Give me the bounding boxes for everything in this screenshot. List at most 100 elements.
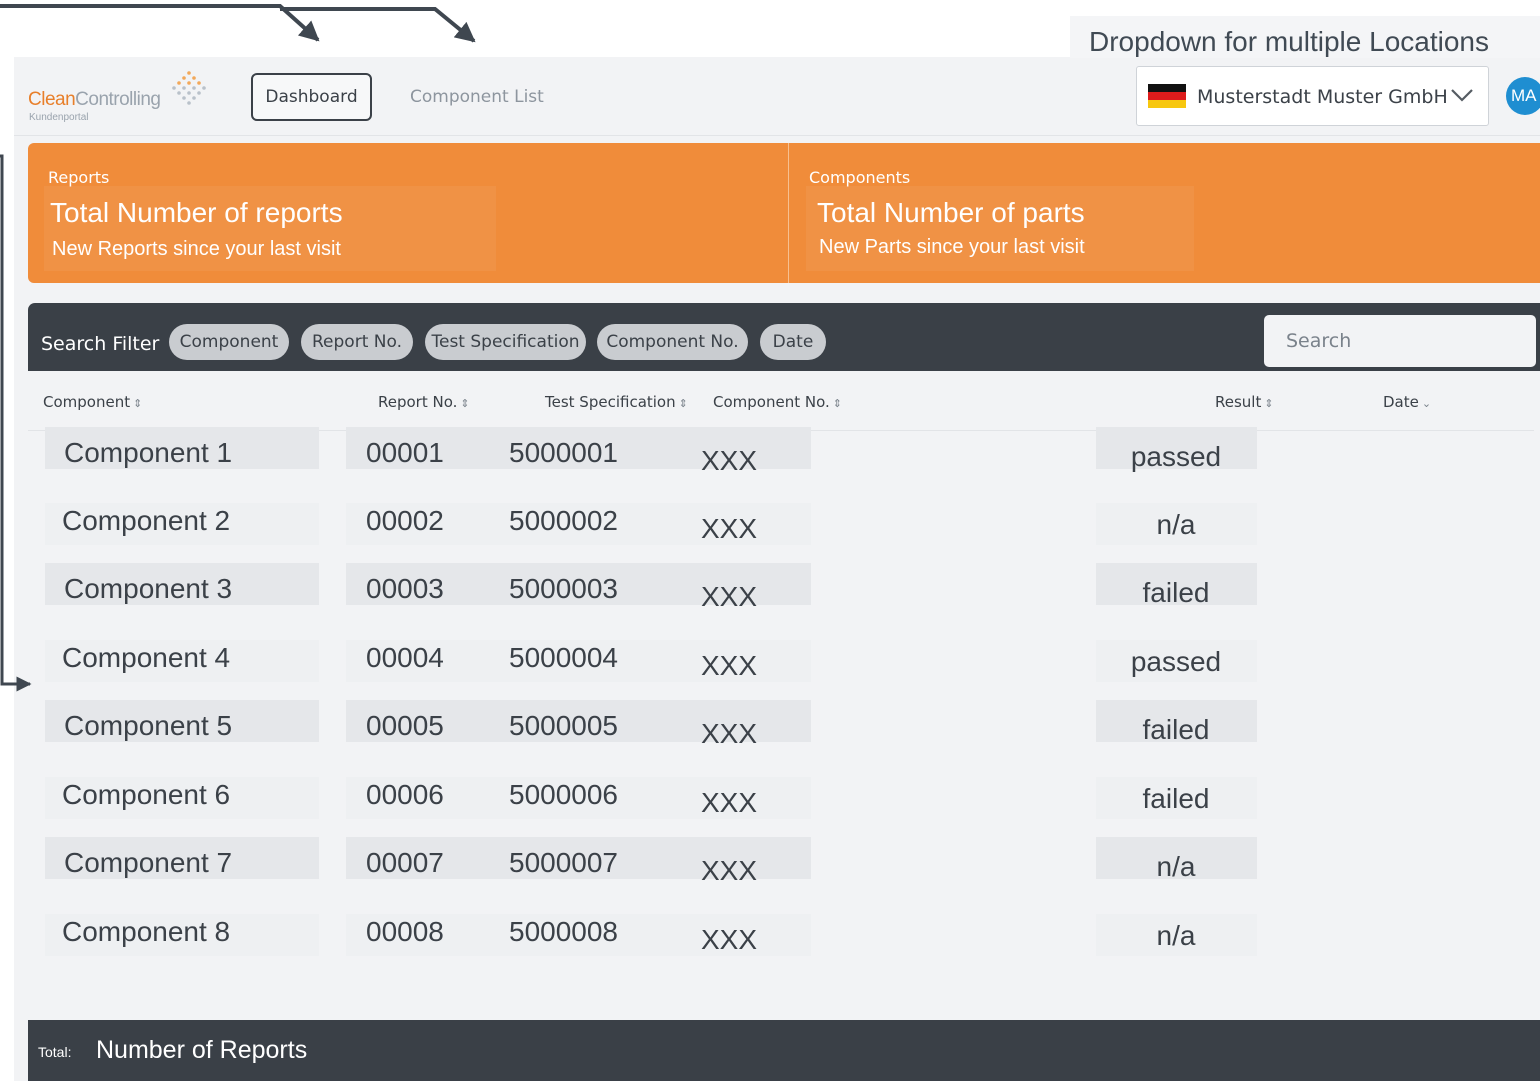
reports-total-title: Total Number of reports: [50, 197, 343, 228]
report-no-cell: 00001: [366, 437, 444, 468]
reports-stat-box[interactable]: Total Number of reports New Reports sinc…: [44, 186, 496, 271]
table-row[interactable]: Component 2 00002 5000002 XXX n/a: [14, 497, 1540, 565]
germany-flag-icon: [1148, 84, 1186, 108]
cleancontrolling-logo[interactable]: CleanControlling Kundenportal: [28, 67, 208, 127]
user-avatar[interactable]: MA: [1506, 77, 1540, 115]
search-input[interactable]: [1264, 315, 1536, 367]
filter-chip-component[interactable]: Component: [169, 324, 289, 360]
column-header-report-no[interactable]: Report No. ⇕: [378, 393, 470, 411]
customer-portal-app: CleanControlling Kundenportal Dashboard …: [14, 57, 1540, 1081]
component-no-cell: XXX: [701, 650, 758, 681]
sort-icon: ⇕: [133, 397, 143, 410]
nav-component-list-link[interactable]: Component List: [410, 87, 544, 107]
location-dropdown[interactable]: Musterstadt Muster GmbH: [1136, 66, 1489, 126]
reports-caption: Reports: [48, 168, 110, 187]
stats-divider: [788, 143, 789, 283]
result-cell: failed: [1142, 577, 1210, 608]
table-row[interactable]: Component 8 00008 5000008 XXX n/a: [14, 908, 1540, 976]
test-spec-cell: 5000002: [509, 505, 619, 536]
table-row[interactable]: Component 6 00006 5000006 XXX failed: [14, 771, 1540, 839]
table-row[interactable]: Component 3 00003 5000003 XXX failed: [14, 563, 1540, 633]
report-no-cell: 00004: [366, 642, 444, 673]
column-header-component-no[interactable]: Component No. ⇕: [713, 393, 842, 411]
totals-footer: Total: Number of Reports: [28, 1020, 1540, 1081]
search-filter-label: Search Filter: [41, 333, 160, 355]
result-cell: n/a: [1156, 920, 1196, 951]
table-row[interactable]: Component 1 00001 5000001 XXX passed: [14, 427, 1540, 497]
column-header-result[interactable]: Result ⇕: [1215, 393, 1274, 411]
test-spec-cell: 5000006: [509, 779, 619, 810]
location-dropdown-value: Musterstadt Muster GmbH: [1197, 86, 1448, 108]
result-cell: failed: [1142, 714, 1210, 745]
sort-desc-icon: ⌄: [1421, 397, 1432, 410]
filter-chip-report-no[interactable]: Report No.: [301, 324, 413, 360]
annotation-dropdown-note-text: Dropdown for multiple Locations: [1089, 26, 1489, 57]
component-cell: Component 8: [62, 916, 231, 947]
sort-icon: ⇕: [1264, 397, 1274, 410]
sort-icon: ⇕: [460, 397, 470, 410]
table-header: Component ⇕ Report No. ⇕ Test Specificatio…: [28, 371, 1534, 431]
test-spec-cell: 5000001: [509, 437, 619, 468]
chevron-down-icon: [1451, 89, 1473, 102]
result-cell: n/a: [1156, 509, 1196, 540]
test-spec-cell: 5000008: [509, 916, 619, 947]
footer-total-label: Total:: [38, 1044, 72, 1060]
annotation-arrow-component-list: [280, 7, 476, 43]
component-no-cell: XXX: [701, 581, 758, 612]
test-spec-cell: 5000004: [509, 642, 619, 673]
test-spec-cell: 5000007: [509, 847, 619, 878]
component-cell: Component 7: [64, 847, 233, 878]
column-header-component[interactable]: Component ⇕: [43, 393, 142, 411]
component-no-cell: XXX: [701, 445, 758, 476]
test-spec-cell: 5000003: [509, 573, 619, 604]
components-stat-box[interactable]: Total Number of parts New Parts since yo…: [806, 186, 1194, 271]
annotation-arrow-dashboard: [0, 3, 320, 42]
component-no-cell: XXX: [701, 924, 758, 955]
footer-total-value: Number of Reports: [96, 1036, 308, 1064]
result-cell: passed: [1130, 646, 1222, 677]
filter-chip-component-no[interactable]: Component No.: [597, 324, 748, 360]
report-no-cell: 00008: [366, 916, 444, 947]
test-spec-cell: 5000005: [509, 710, 619, 741]
wireframe-canvas: Dropdown for multiple Locations CleanCon…: [0, 0, 1540, 1081]
table-row[interactable]: Component 4 00004 5000004 XXX passed: [14, 634, 1540, 702]
reports-new-subtitle: New Reports since your last visit: [52, 238, 341, 260]
logo-subtitle: Kundenportal: [29, 112, 89, 123]
component-no-cell: XXX: [701, 787, 758, 818]
component-cell: Component 1: [64, 437, 233, 468]
components-caption: Components: [809, 168, 911, 187]
annotation-dropdown-note: Dropdown for multiple Locations: [1070, 16, 1540, 58]
component-cell: Component 2: [62, 505, 231, 536]
filter-chip-date[interactable]: Date: [760, 324, 826, 360]
component-cell: Component 5: [64, 710, 233, 741]
result-cell: n/a: [1156, 851, 1196, 882]
stats-banner: Reports Total Number of reports New Repo…: [28, 143, 1540, 283]
component-cell: Component 6: [62, 779, 231, 810]
report-no-cell: 00007: [366, 847, 444, 878]
nav-dashboard-button[interactable]: Dashboard: [251, 73, 372, 121]
component-no-cell: XXX: [701, 513, 758, 544]
sort-icon: ⇕: [678, 397, 688, 410]
component-cell: Component 3: [64, 573, 233, 604]
table-row[interactable]: Component 7 00007 5000007 XXX n/a: [14, 837, 1540, 907]
report-no-cell: 00005: [366, 710, 444, 741]
top-navigation-bar: CleanControlling Kundenportal Dashboard …: [14, 57, 1540, 136]
table-row[interactable]: Component 5 00005 5000005 XXX failed: [14, 700, 1540, 770]
component-cell: Component 4: [62, 642, 231, 673]
result-cell: failed: [1142, 783, 1210, 814]
report-no-cell: 00002: [366, 505, 444, 536]
column-header-test-specification[interactable]: Test Specification ⇕: [545, 393, 688, 411]
report-no-cell: 00003: [366, 573, 444, 604]
logo-dots-icon: [172, 71, 206, 105]
parts-new-subtitle: New Parts since your last visit: [819, 236, 1085, 258]
parts-total-title: Total Number of parts: [817, 197, 1085, 228]
component-no-cell: XXX: [701, 855, 758, 886]
logo-wordmark: CleanControlling: [28, 89, 161, 110]
column-header-date[interactable]: Date ⌄: [1383, 393, 1431, 411]
search-filter-bar: Search Filter Component Report No. Test …: [28, 303, 1540, 371]
filter-chip-test-specification[interactable]: Test Specification: [425, 324, 586, 360]
component-no-cell: XXX: [701, 718, 758, 749]
sort-icon: ⇕: [832, 397, 842, 410]
report-no-cell: 00006: [366, 779, 444, 810]
result-cell: passed: [1130, 441, 1222, 472]
